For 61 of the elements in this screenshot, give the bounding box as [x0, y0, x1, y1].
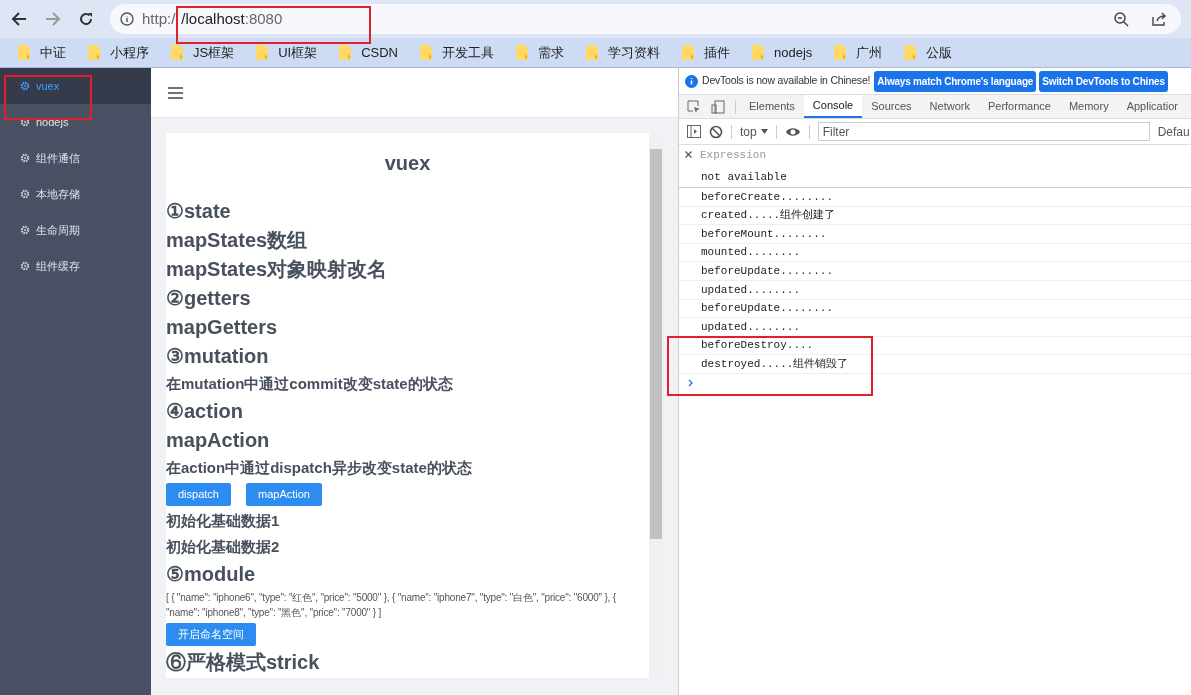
devtools-tab[interactable]: Applicatior: [1117, 95, 1187, 118]
section-heading: ⑤module: [166, 562, 257, 587]
text-line: 初始化基础数据1: [166, 511, 281, 531]
devtools-tab[interactable]: Console: [803, 95, 863, 118]
section-heading: mapStates对象映射改名: [166, 257, 389, 282]
bookmark[interactable]: 插件: [682, 42, 730, 63]
bookmark[interactable]: UI框架: [256, 42, 318, 63]
log-message: mounted........: [701, 245, 801, 261]
expression-value: not available: [701, 170, 788, 185]
section-heading: ⑥严格模式strick: [166, 650, 321, 675]
bookmark[interactable]: nodejs: [752, 42, 813, 63]
log-message: beforeCreate........: [701, 189, 834, 205]
devtools-tab[interactable]: Elements: [740, 95, 804, 118]
section-heading: ④action: [166, 399, 244, 424]
bookmark[interactable]: 中证: [18, 42, 66, 63]
bookmark[interactable]: 小程序: [88, 42, 149, 63]
notice-button[interactable]: Always match Chrome's language: [874, 70, 1037, 92]
log-message: beforeUpdate........: [701, 263, 834, 279]
sidebar-item[interactable]: 本地存储: [0, 176, 151, 212]
bookmark[interactable]: 开发工具: [420, 42, 494, 63]
text-line: 在action中通过dispatch异步改变state的状态: [166, 458, 473, 478]
log-message: destroyed.....组件销毁了: [701, 356, 849, 372]
text-line: 初始化基础数据2: [166, 537, 281, 557]
address-bar[interactable]: http:/ /localhost:8080: [110, 4, 1181, 34]
context-selector[interactable]: top: [740, 122, 757, 141]
sidebar-item[interactable]: 组件通信: [0, 140, 151, 176]
log-message: updated........: [701, 319, 801, 335]
section-heading: ③mutation: [166, 344, 270, 369]
log-message: beforeDestroy....: [701, 338, 814, 354]
bookmark[interactable]: 需求: [516, 42, 564, 63]
bookmark[interactable]: 广州: [834, 42, 883, 63]
devtools-tab[interactable]: Memory: [1059, 95, 1118, 118]
notice-text: DevTools is now available in Chinese!: [702, 73, 871, 89]
section-heading: mapGetters: [166, 315, 279, 340]
sidebar-item[interactable]: 组件缓存: [0, 248, 151, 284]
text-line: 在mutation中通过commit改变state的状态: [166, 374, 454, 394]
log-message: beforeUpdate........: [701, 301, 834, 317]
bookmark[interactable]: 公版: [904, 42, 953, 63]
bookmark[interactable]: JS框架: [171, 42, 235, 63]
sidebar-item[interactable]: nodejs: [0, 104, 151, 140]
section-heading: mapStates数组: [166, 228, 309, 253]
log-message: beforeMount........: [701, 226, 827, 242]
levels-dropdown[interactable]: Defau: [1157, 122, 1190, 141]
log-message: created.....组件创建了: [701, 208, 836, 224]
filter-field[interactable]: Filter: [817, 122, 1150, 141]
page-title: vuex: [383, 151, 432, 176]
section-heading: ②getters: [166, 286, 252, 311]
bookmark[interactable]: 学习资料: [586, 42, 660, 63]
sidebar-item[interactable]: 生命周期: [0, 212, 151, 248]
devtools-tab[interactable]: Sources: [862, 95, 921, 118]
expression-label: Expression: [700, 147, 766, 163]
devtools-tab[interactable]: Network: [920, 95, 979, 118]
data-text: [ { "name": "iphone6", "type": "红色", "price": "5000" }, { "name": "iphone7", "type": "白色", "price": "6000" }, { "name": "iphone8", "type": "黑色", "price": "7000" } ]: [166, 591, 617, 620]
section-heading: mapAction: [166, 428, 271, 453]
section-heading: ①state: [166, 199, 232, 224]
url-text: http:/ /localhost:8080: [142, 8, 283, 29]
notice-button[interactable]: Switch DevTools to Chines: [1039, 70, 1168, 92]
devtools-tab[interactable]: Performance: [978, 95, 1060, 118]
bookmark[interactable]: CSDN: [339, 42, 398, 63]
sidebar-item[interactable]: vuex: [0, 68, 151, 104]
log-message: updated........: [701, 282, 801, 298]
